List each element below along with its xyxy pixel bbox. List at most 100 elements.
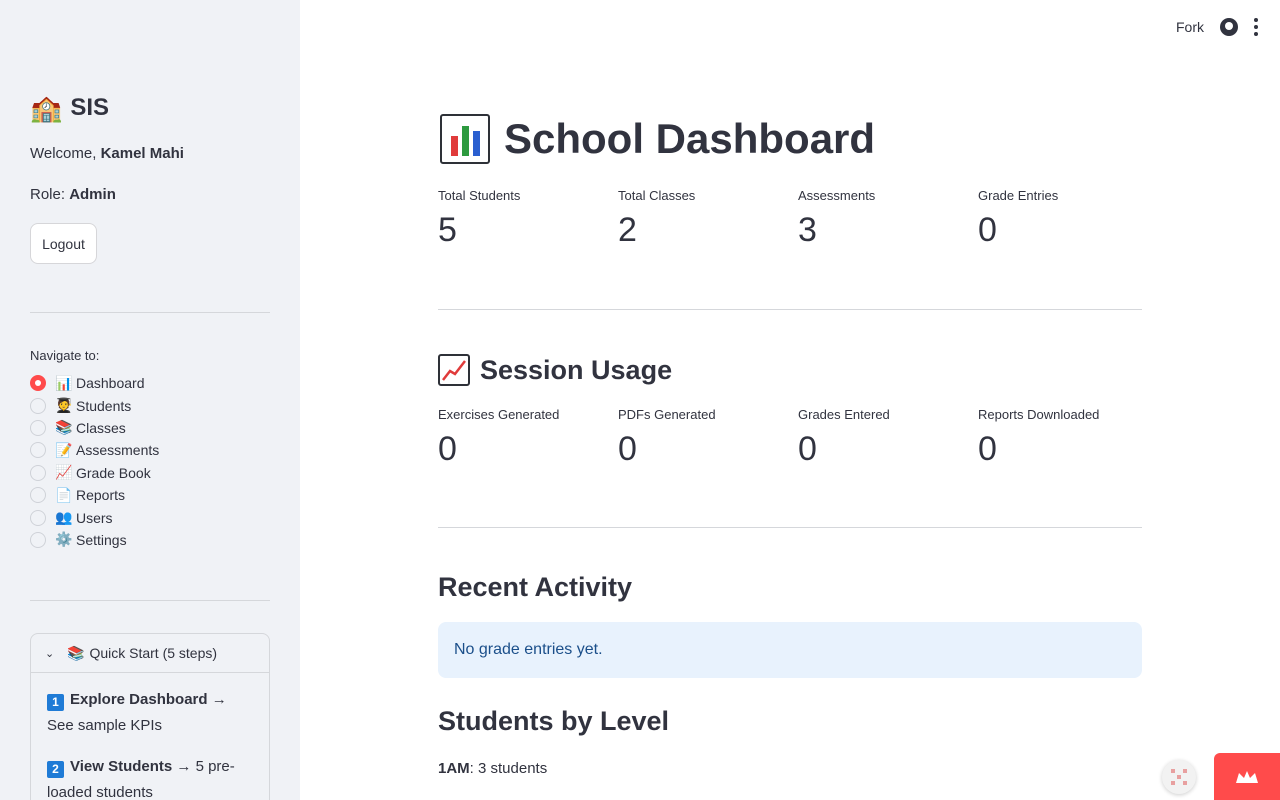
nav-item-label: Assessments xyxy=(76,442,160,459)
nav-radio-group: 📊 Dashboard 🧑‍🎓 Students 📚 Classes 📝 Ass… xyxy=(30,372,159,551)
kpi-row: Total Students 5 Total Classes 2 Assessm… xyxy=(438,188,1158,247)
user-name: Kamel Mahi xyxy=(100,145,184,162)
nav-item-label: Users xyxy=(76,509,113,526)
metric-grade-entries: Grade Entries 0 xyxy=(978,188,1158,247)
quick-start-label: Quick Start (5 steps) xyxy=(89,645,218,661)
recent-activity-heading: Recent Activity xyxy=(438,572,633,602)
nav-item-classes[interactable]: 📚 Classes xyxy=(30,417,159,439)
keycap-one-icon: 1 xyxy=(47,694,64,711)
metric-label: Total Students xyxy=(438,188,521,203)
radio-icon[interactable] xyxy=(30,397,46,414)
gear-icon: ⚙️ xyxy=(55,531,73,548)
main-content: School Dashboard Total Students 5 Total … xyxy=(438,0,1142,800)
page-title: School Dashboard xyxy=(440,114,875,164)
metric-label: Exercises Generated xyxy=(438,407,560,422)
welcome-text: Welcome, Kamel Mahi xyxy=(30,145,184,162)
radio-selected-icon[interactable] xyxy=(30,375,46,392)
session-usage-title: Session Usage xyxy=(480,354,673,385)
metric-value: 2 xyxy=(618,211,637,249)
fork-link[interactable]: Fork xyxy=(1176,19,1204,35)
radio-icon[interactable] xyxy=(30,531,46,548)
chart-increasing-icon xyxy=(438,354,470,386)
nav-item-grade-book[interactable]: 📈 Grade Book xyxy=(30,462,159,484)
metric-label: Grades Entered xyxy=(798,407,890,422)
metric-label: Reports Downloaded xyxy=(978,407,1100,422)
quick-start-body: 1 Explore Dashboard → See sample KPIs 2 Vi… xyxy=(31,673,269,800)
books-icon: 📚 xyxy=(67,644,85,661)
metric-label: PDFs Generated xyxy=(618,407,716,422)
level-item: 1AM: 3 students xyxy=(438,760,547,777)
metric-value: 0 xyxy=(978,430,997,468)
step-title: Explore Dashboard xyxy=(70,691,208,708)
quick-start-header[interactable]: ⌄ 📚 Quick Start (5 steps) xyxy=(31,634,269,673)
nav-item-label: Grade Book xyxy=(76,464,151,481)
metric-value: 0 xyxy=(978,211,997,249)
metric-exercises-generated: Exercises Generated 0 xyxy=(438,407,618,466)
sidebar-divider xyxy=(30,600,270,601)
metric-label: Grade Entries xyxy=(978,188,1059,203)
radio-icon[interactable] xyxy=(30,487,46,504)
nav-item-label: Students xyxy=(76,397,132,414)
nav-item-users[interactable]: 👥 Users xyxy=(30,506,159,528)
nav-item-label: Dashboard xyxy=(76,375,145,392)
bar-chart-icon: 📊 xyxy=(55,374,73,391)
chevron-down-icon: ⌄ xyxy=(45,647,55,660)
school-icon: 🏫 xyxy=(30,93,63,123)
books-icon: 📚 xyxy=(55,419,73,436)
step-title: View Students xyxy=(70,758,173,775)
section-divider xyxy=(438,527,1142,528)
streamlit-status-icon[interactable] xyxy=(1162,760,1196,794)
nav-item-students[interactable]: 🧑‍🎓 Students xyxy=(30,394,159,416)
nav-item-dashboard[interactable]: 📊 Dashboard xyxy=(30,372,159,394)
metric-pdfs-generated: PDFs Generated 0 xyxy=(618,407,798,466)
sidebar: 🏫 SIS Welcome, Kamel Mahi Role: Admin Lo… xyxy=(0,0,300,800)
level-name: 1AM xyxy=(438,760,470,777)
metric-value: 0 xyxy=(438,430,457,468)
metric-label: Assessments xyxy=(798,188,876,203)
quick-start-expander: ⌄ 📚 Quick Start (5 steps) 1 Explore Dashb… xyxy=(30,633,270,800)
users-icon: 👥 xyxy=(55,509,73,526)
memo-icon: 📝 xyxy=(55,441,73,458)
app-title: 🏫 SIS xyxy=(30,94,109,122)
session-metrics-row: Exercises Generated 0 PDFs Generated 0 G… xyxy=(438,407,1158,466)
app-title-text: SIS xyxy=(70,94,110,121)
role-text: Role: Admin xyxy=(30,186,116,203)
github-icon[interactable] xyxy=(1220,18,1238,36)
nav-item-label: Classes xyxy=(76,419,126,436)
metric-grades-entered: Grades Entered 0 xyxy=(798,407,978,466)
metric-assessments: Assessments 3 xyxy=(798,188,978,247)
radio-icon[interactable] xyxy=(30,419,46,436)
chart-increasing-icon: 📈 xyxy=(55,464,73,481)
metric-value: 0 xyxy=(798,430,817,468)
radio-icon[interactable] xyxy=(30,509,46,526)
quick-start-step: 2 View Students → 5 pre-loaded students xyxy=(47,754,253,800)
nav-item-assessments[interactable]: 📝 Assessments xyxy=(30,439,159,461)
students-by-level-heading: Students by Level xyxy=(438,706,670,736)
student-icon: 🧑‍🎓 xyxy=(55,397,73,414)
section-divider xyxy=(438,309,1142,310)
role-value: Admin xyxy=(69,186,116,203)
nav-item-label: Settings xyxy=(76,531,127,548)
metric-total-classes: Total Classes 2 xyxy=(618,188,798,247)
info-alert: No grade entries yet. xyxy=(438,622,1142,678)
nav-item-reports[interactable]: 📄 Reports xyxy=(30,484,159,506)
metric-value: 5 xyxy=(438,211,457,249)
nav-item-settings[interactable]: ⚙️ Settings xyxy=(30,529,159,551)
more-menu-icon[interactable] xyxy=(1254,18,1258,36)
bar-chart-icon xyxy=(440,114,490,164)
metric-total-students: Total Students 5 xyxy=(438,188,618,247)
streamlit-crown-icon[interactable] xyxy=(1214,753,1280,800)
metric-reports-downloaded: Reports Downloaded 0 xyxy=(978,407,1158,466)
metric-label: Total Classes xyxy=(618,188,696,203)
quick-start-step: 1 Explore Dashboard → See sample KPIs xyxy=(47,687,253,739)
nav-item-label: Reports xyxy=(76,487,126,504)
metric-value: 0 xyxy=(618,430,637,468)
document-icon: 📄 xyxy=(55,486,73,503)
logout-button[interactable]: Logout xyxy=(30,223,97,264)
radio-icon[interactable] xyxy=(30,464,46,481)
page-title-text: School Dashboard xyxy=(504,115,876,162)
level-count: : 3 students xyxy=(469,760,548,777)
radio-icon[interactable] xyxy=(30,442,46,459)
sidebar-divider xyxy=(30,312,270,313)
keycap-two-icon: 2 xyxy=(47,761,64,778)
